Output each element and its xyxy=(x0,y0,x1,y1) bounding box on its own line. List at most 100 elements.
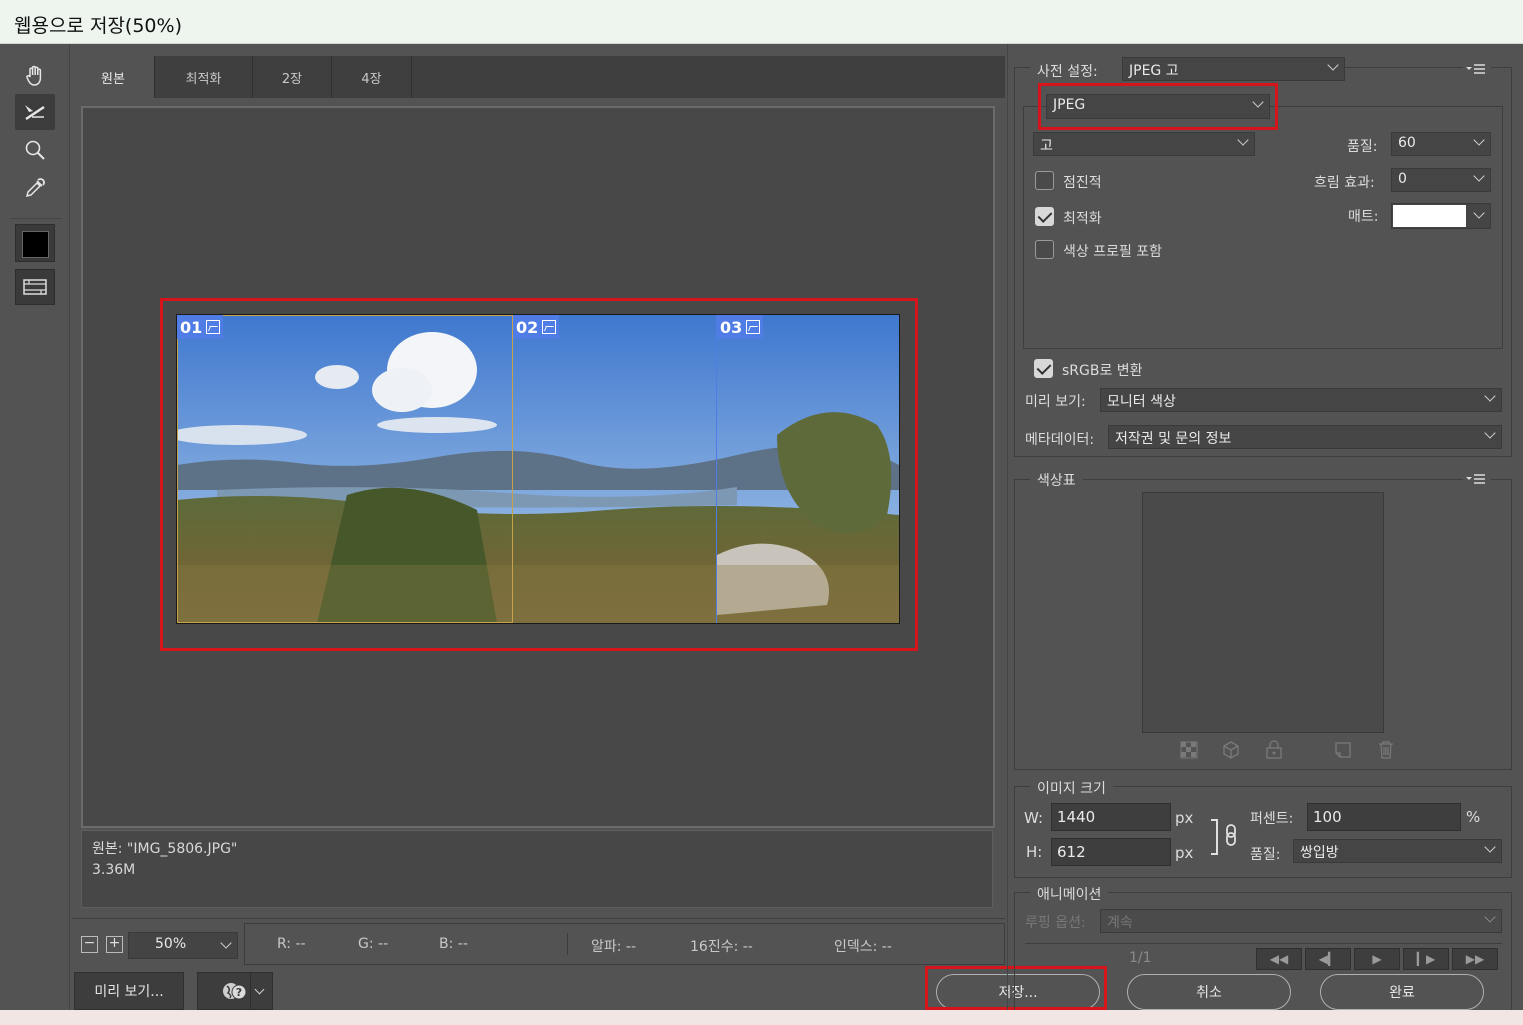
matte-select[interactable] xyxy=(1391,203,1491,229)
tab-optimized[interactable]: 최적화 xyxy=(155,56,253,98)
first-frame-button: ◀◀ xyxy=(1256,948,1302,970)
metadata-value: 저작권 및 문의 정보 xyxy=(1115,431,1232,447)
resample-select[interactable]: 쌍입방 xyxy=(1293,839,1502,863)
metadata-label: 메타데이터: xyxy=(1025,432,1095,448)
zoom-out-button[interactable]: − xyxy=(81,936,98,953)
color-table-menu-icon[interactable] xyxy=(1463,473,1491,487)
matte-swatch xyxy=(1393,205,1466,227)
height-label: H: xyxy=(1026,843,1043,861)
animation-divider xyxy=(1025,943,1502,944)
blue-readout: B: -- xyxy=(439,936,468,952)
srgb-checkbox[interactable] xyxy=(1034,359,1053,378)
file-size-text: 3.36M xyxy=(92,862,136,878)
matte-label: 매트: xyxy=(1348,209,1379,225)
highlight-box-preview xyxy=(160,298,918,651)
red-readout: R: -- xyxy=(277,936,306,952)
status-divider xyxy=(72,918,1005,919)
constrain-link-icon[interactable] xyxy=(1208,818,1242,862)
color-swatch[interactable] xyxy=(22,231,49,258)
tool-column xyxy=(0,44,70,1010)
percent-value: 100 xyxy=(1313,808,1342,826)
play-button: ▶ xyxy=(1354,948,1400,970)
browser-globe-icon: ? xyxy=(223,983,247,1000)
chevron-down-icon xyxy=(254,984,265,995)
chevron-down-icon xyxy=(1484,427,1496,439)
zoom-in-button[interactable]: + xyxy=(106,936,123,953)
trash-icon xyxy=(1377,740,1395,763)
hand-icon[interactable] xyxy=(15,58,55,94)
zoom-value: 50% xyxy=(155,936,187,952)
lock-icon xyxy=(1265,740,1283,763)
color-swatch-frame[interactable] xyxy=(15,224,55,262)
zoom-select[interactable]: 50% xyxy=(128,932,238,959)
width-label: W: xyxy=(1024,809,1044,827)
chevron-down-icon xyxy=(1473,207,1485,219)
preview-button-label: 미리 보기... xyxy=(94,984,164,1000)
image-size-title: 이미지 크기 xyxy=(1030,778,1113,798)
quality-label: 품질: xyxy=(1347,139,1378,155)
color-table-title: 색상표 xyxy=(1030,470,1083,490)
chevron-down-icon xyxy=(1484,390,1496,402)
loop-select: 계속 xyxy=(1100,909,1502,933)
optimized-checkbox[interactable] xyxy=(1035,207,1054,226)
tab-2up[interactable]: 2장 xyxy=(253,56,332,98)
tab-2up-label: 2장 xyxy=(281,71,303,87)
preset-label: 사전 설정: xyxy=(1037,64,1098,80)
tab-4up-label: 4장 xyxy=(361,71,382,87)
preset-select[interactable]: JPEG 고 xyxy=(1122,57,1345,81)
metadata-select[interactable]: 저작권 및 문의 정보 xyxy=(1108,425,1502,449)
last-frame-button: ▶▶ xyxy=(1452,948,1498,970)
slice-select-icon[interactable] xyxy=(15,94,55,130)
prev-frame-button: ◀▎ xyxy=(1305,948,1351,970)
preview-mode-select[interactable]: 모니터 색상 xyxy=(1100,388,1502,412)
view-tabs: 원본 최적화 2장 4장 xyxy=(72,56,1005,98)
preview-in-browser-button[interactable]: 미리 보기... xyxy=(74,972,184,1010)
blur-input[interactable]: 0 xyxy=(1391,168,1491,192)
settings-menu-icon[interactable] xyxy=(1463,63,1491,77)
chevron-down-icon xyxy=(1473,170,1485,182)
tab-original[interactable]: 원본 xyxy=(72,56,155,98)
window-title-bar: 웹용으로 저장(50%) xyxy=(0,0,1523,44)
progressive-checkbox[interactable] xyxy=(1035,171,1054,190)
width-unit: px xyxy=(1175,809,1194,827)
height-unit: px xyxy=(1175,844,1194,862)
blur-label: 흐림 효과: xyxy=(1314,175,1375,191)
progressive-label: 점진적 xyxy=(1063,175,1102,191)
resample-value: 쌍입방 xyxy=(1300,845,1339,861)
file-name-text: 원본: "IMG_5806.JPG" xyxy=(92,841,238,857)
eyedropper-icon[interactable] xyxy=(15,170,55,206)
quality-input[interactable]: 60 xyxy=(1391,132,1491,156)
zoom-icon[interactable] xyxy=(15,132,55,168)
preview-mode-value: 모니터 색상 xyxy=(1107,394,1176,410)
svg-text:?: ? xyxy=(236,986,242,999)
map-transparent-icon xyxy=(1180,741,1198,763)
tool-divider xyxy=(10,218,62,219)
tab-original-label: 원본 xyxy=(101,71,125,87)
frame-counter: 1/1 xyxy=(1129,950,1152,966)
quality-value: 60 xyxy=(1398,135,1416,151)
chevron-down-icon xyxy=(1484,841,1496,853)
web-snap-icon xyxy=(1222,741,1240,763)
embed-profile-checkbox[interactable] xyxy=(1035,240,1054,259)
panel-divider xyxy=(1007,44,1008,1010)
slice-visibility-icon[interactable] xyxy=(15,269,55,305)
readout-divider xyxy=(567,933,568,955)
browser-select-button[interactable]: ? xyxy=(197,972,273,1010)
optimized-label: 최적화 xyxy=(1063,211,1102,227)
tab-optimized-label: 최적화 xyxy=(185,71,222,87)
height-value: 612 xyxy=(1057,843,1086,861)
width-input[interactable]: 1440 xyxy=(1051,803,1171,831)
height-input[interactable]: 612 xyxy=(1051,838,1171,866)
chevron-down-icon xyxy=(1237,134,1249,146)
next-frame-button: ▎▶ xyxy=(1403,948,1449,970)
alpha-readout: 알파: -- xyxy=(591,939,637,955)
animation-title: 애니메이션 xyxy=(1030,884,1109,904)
color-table-area[interactable] xyxy=(1142,492,1384,733)
quality-preset-select[interactable]: 고 xyxy=(1033,132,1255,156)
blur-value: 0 xyxy=(1398,171,1407,187)
tab-4up[interactable]: 4장 xyxy=(332,56,412,98)
window-title: 웹용으로 저장(50%) xyxy=(14,15,182,37)
chevron-down-icon xyxy=(1473,134,1485,146)
percent-input[interactable]: 100 xyxy=(1307,803,1461,831)
green-readout: G: -- xyxy=(358,936,389,952)
